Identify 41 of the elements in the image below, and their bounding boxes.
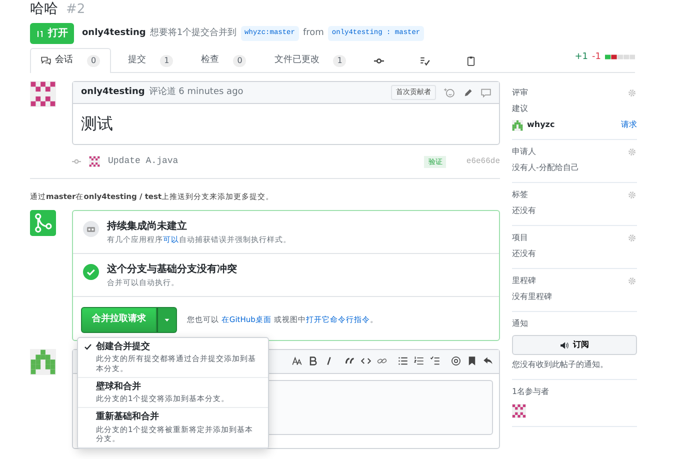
section-title: 通知 [512, 318, 528, 330]
issue-number: #2 [66, 1, 86, 19]
section-title: 标签 [512, 189, 528, 201]
reviewer-name[interactable]: whyzc [527, 119, 555, 131]
comment-author[interactable]: only4testing [81, 86, 145, 100]
section-text: 没有里程碑 [512, 291, 553, 303]
tab[interactable]: 检查 0 [190, 48, 258, 72]
tab[interactable]: 提交 1 [117, 48, 184, 72]
tab-counter: 1 [333, 54, 346, 66]
comment-meta: 评论道 6 minutes ago [148, 86, 244, 99]
section-title: 项目 [512, 232, 528, 244]
request-link[interactable]: 请求 [621, 119, 637, 131]
commit-message[interactable]: Update A.java [108, 155, 178, 168]
section-text: 还没有 [512, 248, 537, 260]
page-title: 哈哈 [30, 0, 58, 18]
tab-counter: 1 [160, 54, 174, 66]
section-text: 您没有收到此帖子的通知。 [512, 359, 609, 371]
tab-counter: 0 [87, 55, 100, 67]
option-title: 创建合并提交 [96, 340, 151, 354]
tab[interactable]: 文件已更改 1 [263, 48, 358, 72]
section-title: 评审 [512, 87, 528, 99]
comment-body: 测试 [81, 113, 114, 135]
action-text: 想要将1个提交合并到 [150, 26, 237, 40]
check-title: 持续集成尚未建立 [107, 219, 188, 234]
option-title: 重新基础和合并 [96, 411, 160, 424]
subscribe-button[interactable]: 订阅 [512, 335, 637, 355]
additions-count: +1 [574, 50, 588, 64]
section-title: 1名参与者 [512, 386, 550, 398]
option-title: 壁球和合并 [96, 380, 142, 394]
state-badge: 打开 [30, 23, 74, 44]
section-title: 申请人 [512, 146, 536, 158]
section-text: 没有人-分配给自己 [512, 162, 580, 174]
author-name[interactable]: only4testing [82, 26, 146, 40]
tab-counter: 0 [233, 54, 246, 66]
deletions-count: -1 [592, 50, 601, 64]
check-title: 这个分支与基础分支没有冲突 [107, 262, 237, 277]
section-text: 建议 [512, 103, 529, 115]
section-title: 里程碑 [512, 275, 536, 287]
from-text: from [302, 26, 324, 40]
tab[interactable]: 会话 0 [30, 48, 112, 73]
section-text: 还没有 [512, 205, 537, 217]
